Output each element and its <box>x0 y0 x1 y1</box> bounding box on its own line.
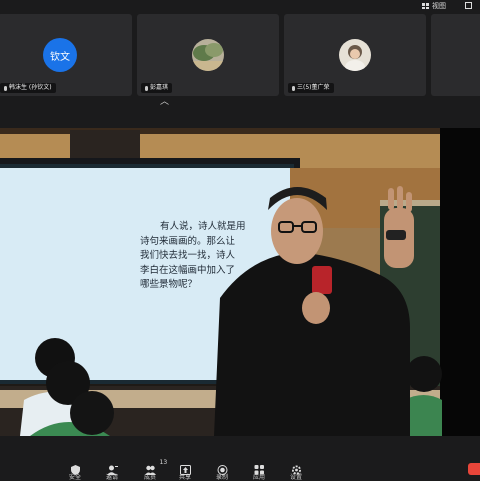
participant-tile[interactable]: 三(5)董广荣 <box>284 14 426 96</box>
avatar <box>339 39 371 71</box>
grid-view-icon <box>422 3 429 9</box>
apps-button[interactable]: 应用 <box>247 460 271 481</box>
participant-tile[interactable]: 钦文 韩沫生 (孙钦文) <box>0 14 132 96</box>
security-button[interactable]: 安全 <box>63 460 87 481</box>
slide-line: 我们快去找一找，诗人 <box>140 250 236 261</box>
slide-line: 诗句来画画的。那么让 <box>140 235 236 247</box>
slide-line: 李白在这幅画中加入了 <box>140 264 236 276</box>
share-screen-button[interactable]: 共享 <box>173 460 197 481</box>
avatar: 钦文 <box>43 38 77 72</box>
participants-button[interactable]: 13 成员 <box>138 459 167 481</box>
mic-icon <box>145 85 148 91</box>
participant-tile[interactable]: 彭嘉琪 <box>137 14 279 96</box>
meeting-toolbar: 安全 邀请 13 成员 共享 录制 应用 设置 <box>0 455 480 481</box>
participant-strip: 钦文 韩沫生 (孙钦文) 彭嘉琪 三(5)董广荣 <box>0 14 480 102</box>
end-meeting-button[interactable] <box>468 463 480 475</box>
settings-icon <box>291 460 302 475</box>
avatar <box>192 39 224 71</box>
share-screen-icon <box>179 460 191 475</box>
settings-button[interactable]: 设置 <box>284 460 308 481</box>
participant-tile-partial[interactable] <box>431 14 480 96</box>
mic-icon <box>292 85 295 91</box>
main-video: 有人说，诗人就是用 诗句来画画的。那么让 我们快去找一找，诗人 李白在这幅画中加… <box>0 128 480 436</box>
invite-button[interactable]: 邀请 <box>100 460 124 481</box>
apps-icon <box>254 460 265 475</box>
fullscreen-icon[interactable] <box>465 2 472 9</box>
slide-line: 有人说，诗人就是用 <box>160 221 246 232</box>
collapse-strip-icon[interactable]: ︿ <box>160 98 169 107</box>
slide-line: 哪些景物呢？ <box>140 279 198 290</box>
top-bar: 视图 <box>0 0 480 14</box>
shield-icon <box>70 460 81 475</box>
slide-text: 有人说，诗人就是用 诗句来画画的。那么让 我们快去找一找，诗人 李白在这幅画中加… <box>140 220 280 293</box>
landscape-avatar-image <box>192 39 224 71</box>
record-button[interactable]: 录制 <box>210 460 234 481</box>
participant-name: 三(5)董广荣 <box>288 83 334 93</box>
view-label: 视图 <box>432 2 446 10</box>
participant-name: 韩沫生 (孙钦文) <box>0 83 56 93</box>
record-icon <box>217 460 228 475</box>
mic-icon <box>4 85 7 91</box>
invite-icon <box>106 460 118 475</box>
portrait-avatar-image <box>339 39 371 71</box>
participants-icon: 13 <box>144 459 167 475</box>
participant-count: 13 <box>159 459 168 466</box>
view-switcher[interactable]: 视图 <box>422 1 446 11</box>
participant-name: 彭嘉琪 <box>141 83 173 93</box>
